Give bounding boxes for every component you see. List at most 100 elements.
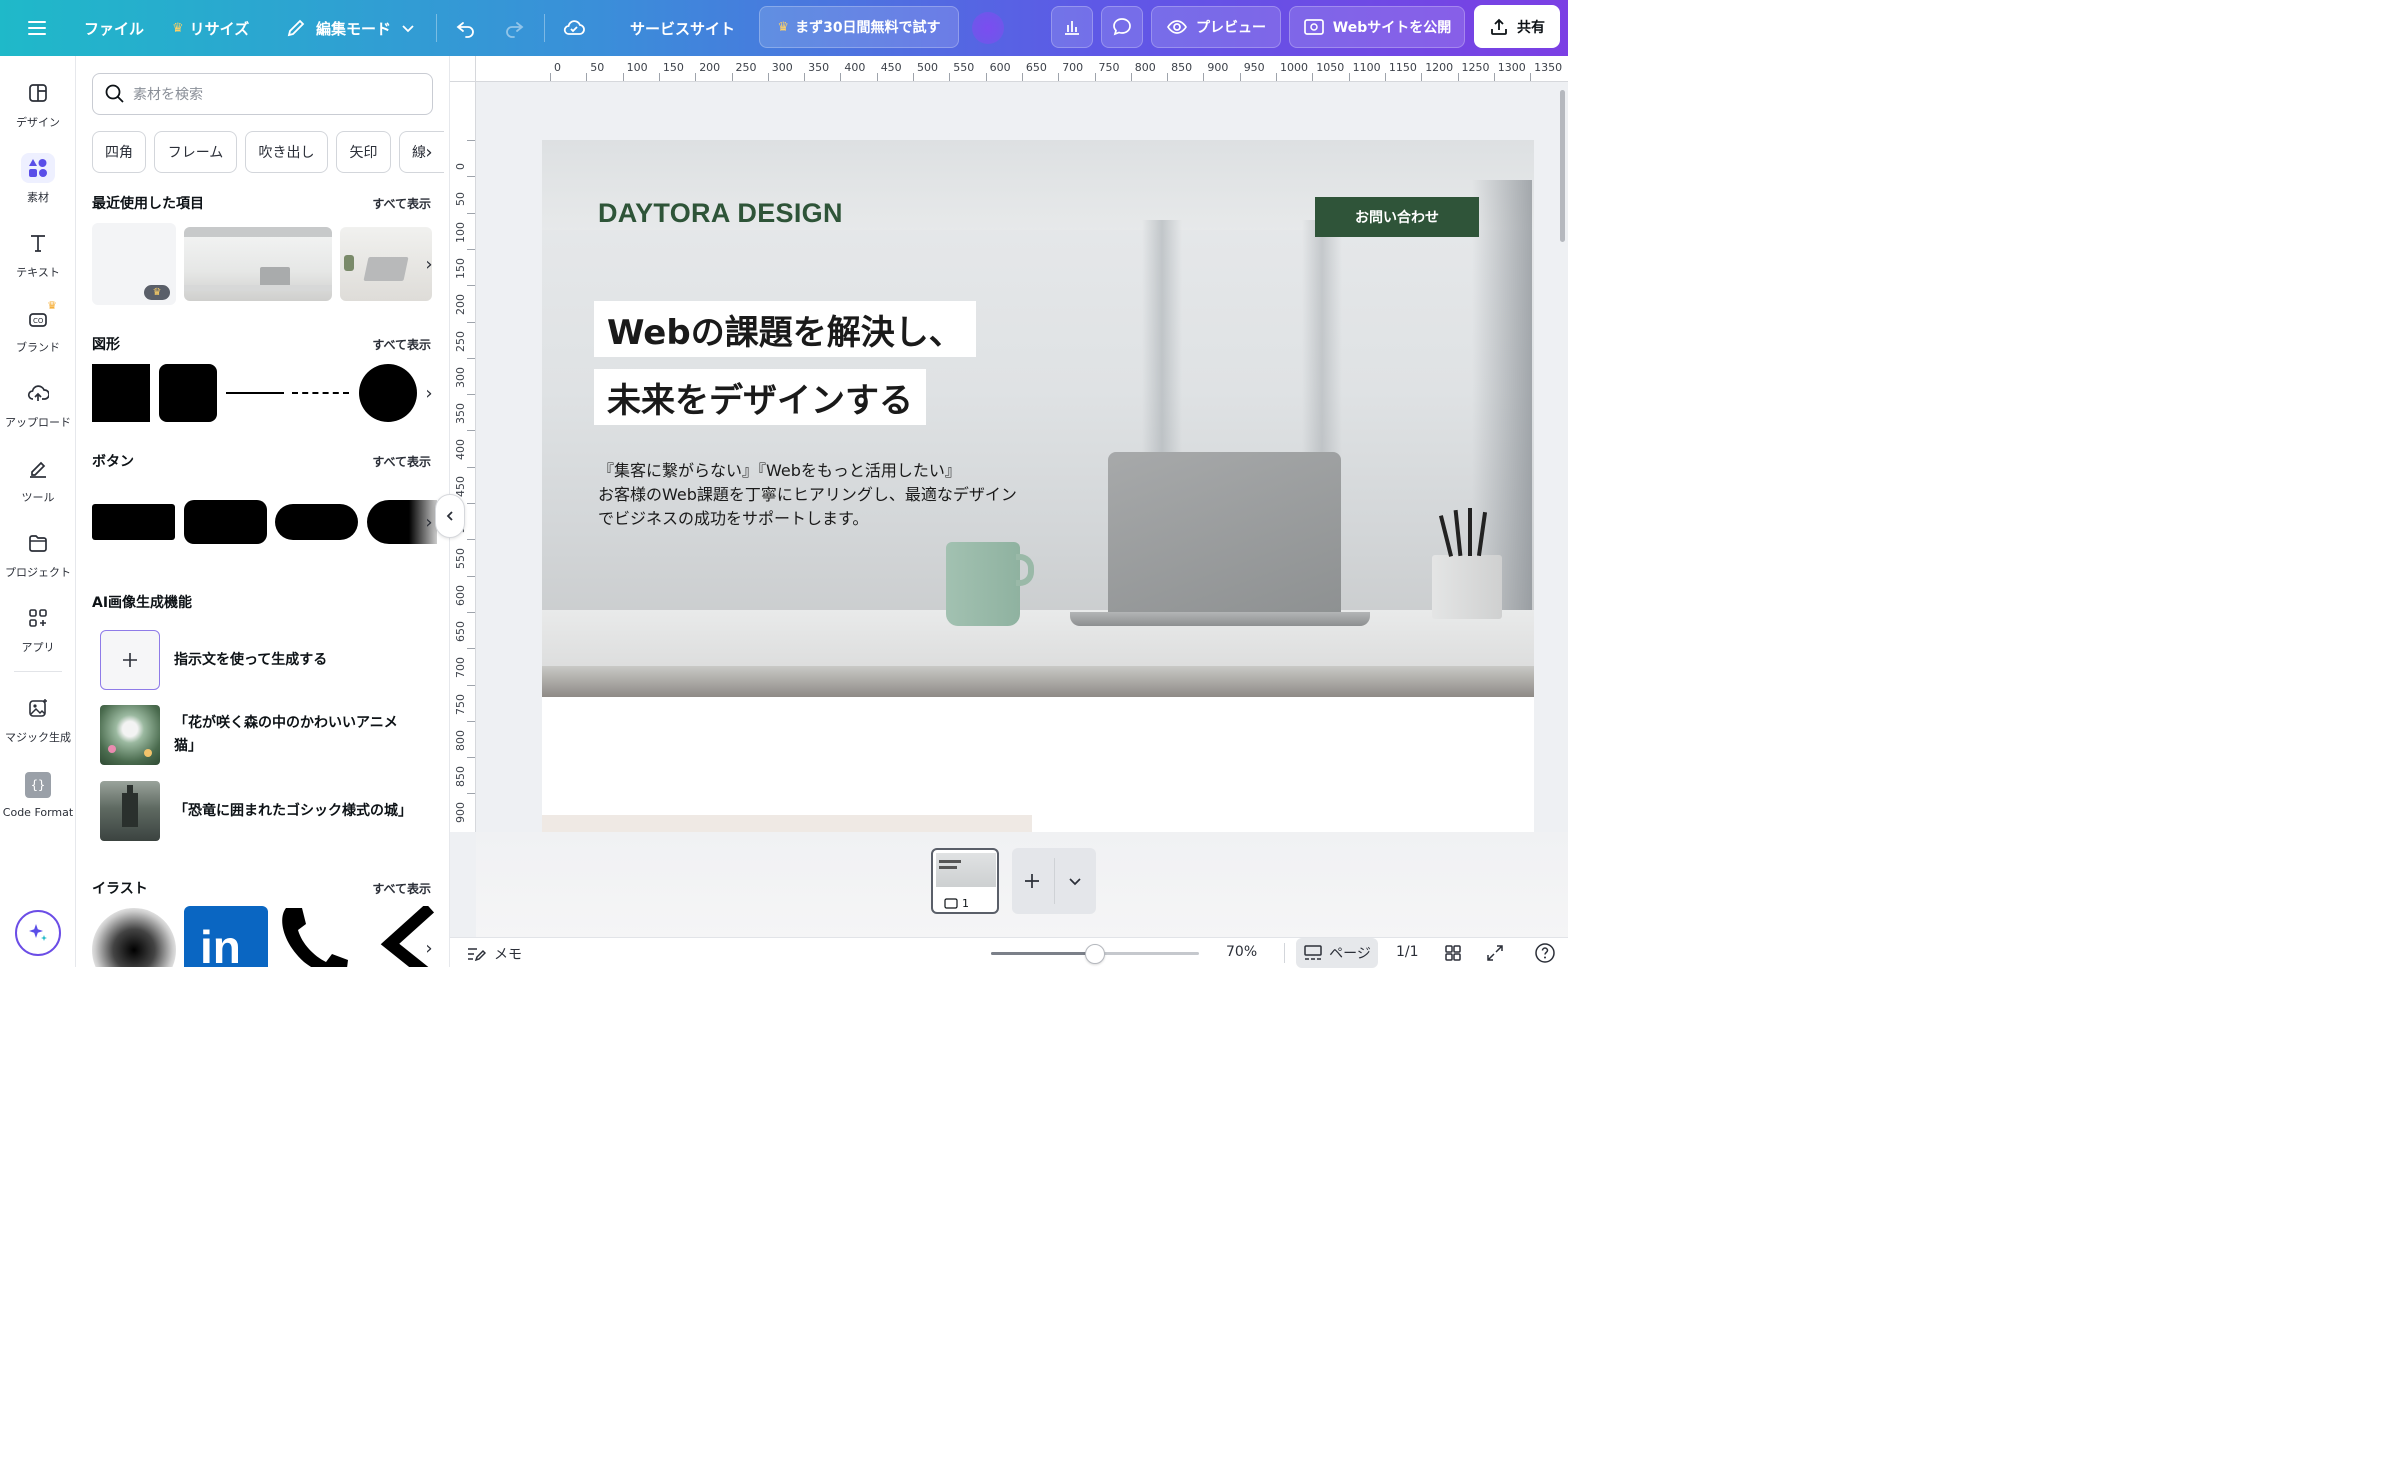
resize-button[interactable]: ♛ リサイズ [172,0,249,56]
shape-rounded-square[interactable] [159,364,217,422]
linkedin-icon[interactable]: in [184,906,268,967]
add-page-button[interactable] [1012,848,1096,914]
button-template-rounded[interactable] [184,500,267,544]
ruler-tick [467,720,475,722]
ruler-tick [467,539,475,541]
button-template-square[interactable] [92,504,175,540]
shape-square[interactable] [92,364,150,422]
lead-line3: でビジネスの成功をサポートします。 [598,509,869,528]
chevron-right-icon[interactable]: › [419,383,439,404]
recent-item-blank[interactable]: ♛ [92,223,176,305]
rail-text[interactable]: テキスト [0,221,76,287]
redo-icon[interactable] [502,0,526,56]
site-name[interactable]: サービスサイト [630,0,735,56]
ai-prompt-cat[interactable]: 「花が咲く森の中のかわいいアニメ 猫」 [100,705,398,765]
notes-button[interactable]: メモ [466,944,522,964]
fullscreen-icon[interactable] [1486,944,1504,962]
avatar[interactable] [972,12,1004,44]
publish-button[interactable]: Webサイトを公開 [1289,6,1465,48]
rail-uploads[interactable]: アップロード [0,371,76,437]
hero-headline-line1[interactable]: Webの課題を解決し、 [594,301,976,357]
shape-dashed-line[interactable] [292,392,349,394]
share-label: 共有 [1517,19,1545,36]
rail-apps[interactable]: アプリ [0,596,76,662]
rail-brand[interactable]: CO ♛ ブランド [0,296,76,362]
grid-view-icon[interactable] [1444,944,1462,962]
free-trial-button[interactable]: ♛ まず30日間無料で試す [759,6,959,48]
chip-square[interactable]: 四角 [92,131,146,173]
shapes-see-all[interactable]: すべて表示 [372,336,431,353]
rail-code-format[interactable]: {} Code Format [0,761,76,827]
contact-button[interactable]: お問い合わせ [1315,197,1479,237]
comments-button[interactable] [1101,6,1143,48]
illustrations-see-all[interactable]: すべて表示 [372,880,431,897]
ruler-tick [913,73,914,81]
chip-arrow[interactable]: 矢印 [336,131,391,173]
vertical-scrollbar[interactable] [1560,90,1565,242]
section-below-hero[interactable] [542,697,1534,832]
rail-label: Code Format [2,805,74,819]
chevron-down-icon[interactable] [1068,874,1082,888]
hero-headline-line2[interactable]: 未来をデザインする [594,369,926,425]
chevron-left-icon [446,511,453,521]
undo-icon[interactable] [454,0,478,56]
apps-icon [21,603,55,633]
insights-button[interactable] [1051,6,1093,48]
chip-frame[interactable]: フレーム [154,131,237,173]
rail-projects[interactable]: プロジェクト [0,521,76,587]
buttons-see-all[interactable]: すべて表示 [372,453,431,470]
button-template-pill[interactable] [275,504,358,540]
plus-icon [100,630,160,690]
ai-generate-label: 指示文を使って生成する [174,651,328,668]
help-icon[interactable] [1534,942,1556,964]
ai-generate-button[interactable]: 指示文を使って生成する [100,630,327,690]
ruler-tick [1276,73,1277,81]
shape-circle[interactable] [359,364,417,422]
hero-lead-text[interactable]: 『集客に繋がらない』『Webをもっと活用したい』 お客様のWeb課題を丁寧にヒア… [598,459,1017,531]
page-count[interactable]: 1/1 [1396,944,1419,960]
chevron-right-icon[interactable]: › [419,938,439,959]
rail-elements[interactable]: 素材 [0,146,76,212]
recent-see-all[interactable]: すべて表示 [372,195,431,212]
zoom-slider-handle[interactable] [1085,944,1105,964]
ruler-label: 1350 [1534,61,1563,74]
preview-button[interactable]: プレビュー [1151,6,1281,48]
shape-line[interactable] [226,392,284,394]
rail-magic-media[interactable]: マジック生成 [0,686,76,752]
ruler-label: 50 [454,192,467,207]
ai-prompt-cat-line2: 猫」 [174,738,202,754]
cloud-saved-icon[interactable] [562,0,586,56]
file-menu[interactable]: ファイル [84,0,144,56]
ruler-label: 350 [454,403,467,425]
search-icon [105,84,124,103]
magic-assistant-button[interactable] [15,910,61,956]
ruler-tick [1021,73,1023,81]
page-thumbnail-1[interactable]: 1 [931,848,999,914]
ai-prompt-castle[interactable]: 「恐竜に囲まれたゴシック様式の城」 [100,781,412,841]
rail-tools[interactable]: ツール [0,446,76,512]
chevron-right-icon[interactable]: › [419,254,439,275]
chevron-right-icon[interactable]: › [419,142,439,163]
menu-icon[interactable] [26,0,48,56]
top-toolbar: ファイル ♛ リサイズ 編集モード サービスサイト ♛ まず30日間無料で試す … [0,0,1568,56]
chip-speech-bubble[interactable]: 吹き出し [245,131,328,173]
share-button[interactable]: 共有 [1474,5,1560,48]
phone-icon[interactable] [276,906,356,967]
collapse-panel-button[interactable] [435,494,465,538]
search-input[interactable]: 素材を検索 [92,73,433,115]
zoom-slider[interactable] [991,944,1199,964]
recent-item-desk-photo[interactable] [184,227,332,301]
zoom-level[interactable]: 70% [1226,944,1257,960]
design-page[interactable]: DAYTORA DESIGN お問い合わせ Webの課題を解決し、 未来をデザイ… [542,140,1534,832]
hero-section[interactable]: DAYTORA DESIGN お問い合わせ Webの課題を解決し、 未来をデザイ… [542,140,1534,697]
ruler-tick [876,73,878,81]
edit-mode-dropdown[interactable]: 編集モード [286,0,415,56]
ruler-left: 0501001502002503003504004505005506006507… [450,82,476,832]
pages-view-button[interactable]: ページ [1296,938,1378,968]
ruler-label: 1050 [1316,61,1345,74]
ruler-tick [1130,73,1132,81]
illustration-blur-circle[interactable] [92,908,176,967]
site-logo[interactable]: DAYTORA DESIGN [598,198,843,229]
rail-design[interactable]: デザイン [0,71,76,137]
ruler-tick [467,212,475,214]
